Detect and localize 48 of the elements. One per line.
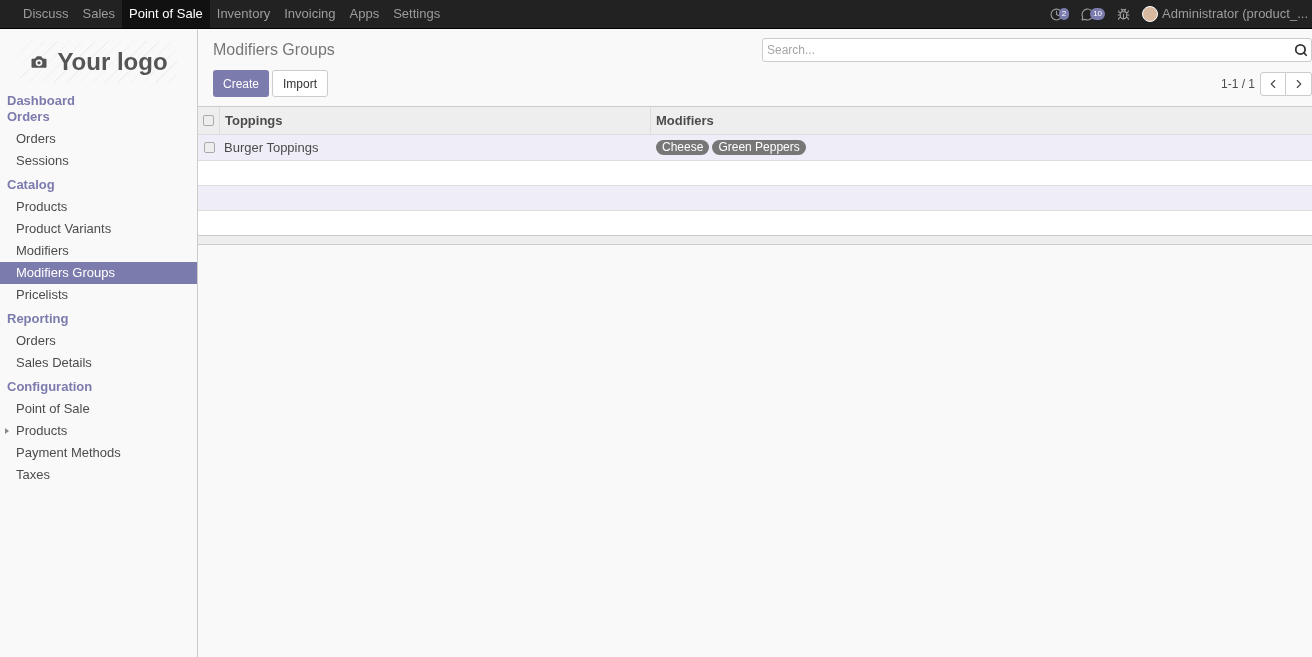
pager-value[interactable]: 1-1 / 1: [1220, 74, 1255, 93]
top-menu-item[interactable]: Sales: [75, 0, 123, 28]
modifier-tag: Cheese: [656, 140, 710, 155]
sidebar-section[interactable]: Reporting: [0, 311, 197, 327]
sidebar-item[interactable]: Sales Details: [0, 352, 197, 374]
next-button[interactable]: [1286, 71, 1312, 96]
sidebar-item[interactable]: Products: [0, 196, 197, 218]
sidebar-item[interactable]: Modifiers: [0, 240, 197, 262]
sidebar-item[interactable]: Payment Methods: [0, 442, 197, 464]
checkbox[interactable]: [203, 115, 214, 126]
user-menu[interactable]: Administrator (product_...: [1162, 4, 1308, 24]
previous-button[interactable]: [1260, 71, 1286, 96]
top-menu-item[interactable]: Apps: [342, 0, 387, 28]
sidebar-section[interactable]: Configuration: [0, 379, 197, 395]
sidebar-item[interactable]: Products: [0, 420, 197, 442]
column-header[interactable]: Modifiers: [651, 107, 1312, 134]
message-badge: 10: [1090, 8, 1106, 20]
import-button[interactable]: Import: [272, 70, 329, 97]
sidebar-item[interactable]: Product Variants: [0, 218, 197, 240]
sidebar-item[interactable]: Sessions: [0, 150, 197, 172]
sidebar-item[interactable]: Point of Sale: [0, 398, 197, 420]
checkbox[interactable]: [203, 142, 215, 153]
sidebar-item[interactable]: Orders: [0, 330, 197, 352]
search-icon[interactable]: [1294, 43, 1308, 57]
sidebar-section[interactable]: Orders: [0, 109, 197, 125]
logo[interactable]: Your logo: [20, 41, 177, 83]
search-field[interactable]: Search...: [762, 38, 1312, 62]
breadcrumb-title: Modifiers Groups: [213, 40, 335, 60]
sidebar-item[interactable]: Pricelists: [0, 284, 197, 306]
sidebar-item[interactable]: Modifiers Groups: [0, 262, 197, 284]
sidebar-section[interactable]: Dashboard: [0, 93, 197, 109]
top-menu-item[interactable]: Invoicing: [277, 0, 343, 28]
top-menu-item[interactable]: Inventory: [209, 0, 278, 28]
avatar[interactable]: [1142, 6, 1159, 22]
create-button[interactable]: Create: [213, 70, 270, 97]
modifier-tag: Green Peppers: [712, 140, 806, 155]
sidebar-item[interactable]: Taxes: [0, 464, 197, 486]
caret-icon[interactable]: [5, 428, 9, 434]
activity-badge: 2: [1058, 8, 1070, 20]
bug-icon[interactable]: [1117, 7, 1131, 21]
table-cell[interactable]: Burger Toppings: [220, 137, 651, 158]
clock-icon[interactable]: [1049, 7, 1063, 21]
top-menu-item[interactable]: Point of Sale: [122, 0, 210, 28]
sidebar-section[interactable]: Catalog: [0, 177, 197, 193]
top-menu-item[interactable]: Discuss: [16, 0, 76, 28]
sidebar-item[interactable]: Orders: [0, 128, 197, 150]
top-menu-item[interactable]: Settings: [386, 0, 448, 28]
column-header[interactable]: Toppings: [220, 107, 651, 134]
